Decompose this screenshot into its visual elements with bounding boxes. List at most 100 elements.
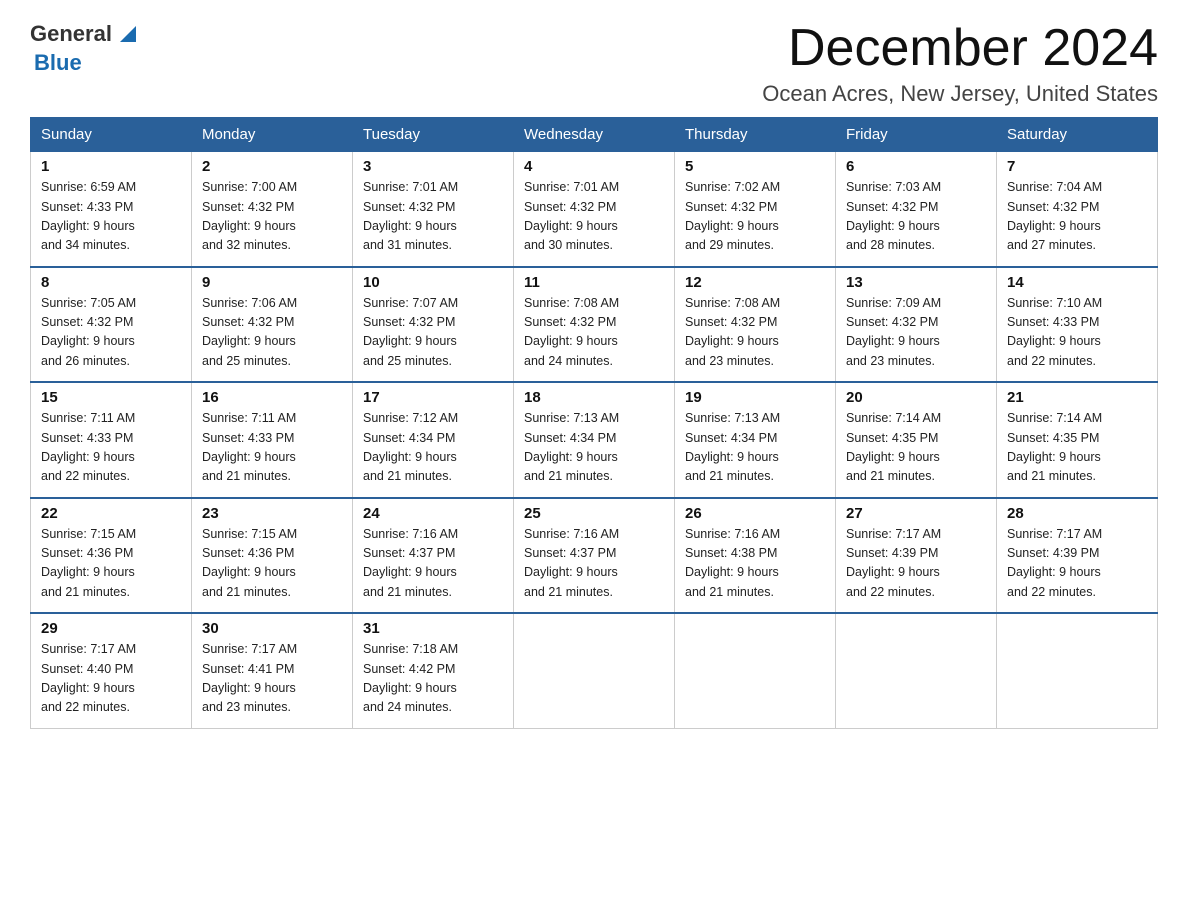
day-number: 18 [524,389,664,406]
day-number: 12 [685,274,825,291]
day-info: Sunrise: 6:59 AMSunset: 4:33 PMDaylight:… [41,178,181,256]
day-info: Sunrise: 7:09 AMSunset: 4:32 PMDaylight:… [846,294,986,372]
table-row: 3 Sunrise: 7:01 AMSunset: 4:32 PMDayligh… [353,152,514,267]
day-info: Sunrise: 7:01 AMSunset: 4:32 PMDaylight:… [524,178,664,256]
day-number: 3 [363,158,503,175]
table-row: 28 Sunrise: 7:17 AMSunset: 4:39 PMDaylig… [997,498,1158,614]
day-info: Sunrise: 7:08 AMSunset: 4:32 PMDaylight:… [524,294,664,372]
day-info: Sunrise: 7:14 AMSunset: 4:35 PMDaylight:… [846,409,986,487]
day-number: 15 [41,389,181,406]
table-row: 6 Sunrise: 7:03 AMSunset: 4:32 PMDayligh… [836,152,997,267]
day-number: 16 [202,389,342,406]
day-info: Sunrise: 7:01 AMSunset: 4:32 PMDaylight:… [363,178,503,256]
table-row: 25 Sunrise: 7:16 AMSunset: 4:37 PMDaylig… [514,498,675,614]
day-number: 25 [524,505,664,522]
day-number: 31 [363,620,503,637]
day-info: Sunrise: 7:13 AMSunset: 4:34 PMDaylight:… [685,409,825,487]
day-number: 28 [1007,505,1147,522]
col-friday: Friday [836,118,997,152]
day-number: 21 [1007,389,1147,406]
title-area: December 2024 Ocean Acres, New Jersey, U… [762,20,1158,107]
table-row: 13 Sunrise: 7:09 AMSunset: 4:32 PMDaylig… [836,267,997,383]
table-row: 22 Sunrise: 7:15 AMSunset: 4:36 PMDaylig… [31,498,192,614]
col-wednesday: Wednesday [514,118,675,152]
table-row: 26 Sunrise: 7:16 AMSunset: 4:38 PMDaylig… [675,498,836,614]
table-row [836,613,997,728]
table-row [514,613,675,728]
table-row: 19 Sunrise: 7:13 AMSunset: 4:34 PMDaylig… [675,382,836,498]
logo-area: General Blue [30,20,144,76]
col-thursday: Thursday [675,118,836,152]
table-row: 12 Sunrise: 7:08 AMSunset: 4:32 PMDaylig… [675,267,836,383]
table-row: 17 Sunrise: 7:12 AMSunset: 4:34 PMDaylig… [353,382,514,498]
location-subtitle: Ocean Acres, New Jersey, United States [762,81,1158,107]
month-year-title: December 2024 [762,20,1158,77]
day-number: 22 [41,505,181,522]
table-row: 8 Sunrise: 7:05 AMSunset: 4:32 PMDayligh… [31,267,192,383]
day-info: Sunrise: 7:00 AMSunset: 4:32 PMDaylight:… [202,178,342,256]
col-tuesday: Tuesday [353,118,514,152]
day-info: Sunrise: 7:16 AMSunset: 4:37 PMDaylight:… [363,525,503,603]
logo-triangle-icon [114,20,142,48]
calendar-header-row: Sunday Monday Tuesday Wednesday Thursday… [31,118,1158,152]
table-row [997,613,1158,728]
day-number: 13 [846,274,986,291]
table-row: 14 Sunrise: 7:10 AMSunset: 4:33 PMDaylig… [997,267,1158,383]
day-info: Sunrise: 7:17 AMSunset: 4:41 PMDaylight:… [202,640,342,718]
day-number: 24 [363,505,503,522]
table-row: 27 Sunrise: 7:17 AMSunset: 4:39 PMDaylig… [836,498,997,614]
day-info: Sunrise: 7:12 AMSunset: 4:34 PMDaylight:… [363,409,503,487]
calendar-week-row: 22 Sunrise: 7:15 AMSunset: 4:36 PMDaylig… [31,498,1158,614]
day-number: 4 [524,158,664,175]
day-number: 14 [1007,274,1147,291]
table-row: 21 Sunrise: 7:14 AMSunset: 4:35 PMDaylig… [997,382,1158,498]
day-number: 8 [41,274,181,291]
table-row: 1 Sunrise: 6:59 AMSunset: 4:33 PMDayligh… [31,152,192,267]
table-row: 7 Sunrise: 7:04 AMSunset: 4:32 PMDayligh… [997,152,1158,267]
day-number: 6 [846,158,986,175]
day-number: 23 [202,505,342,522]
table-row [675,613,836,728]
col-sunday: Sunday [31,118,192,152]
table-row: 29 Sunrise: 7:17 AMSunset: 4:40 PMDaylig… [31,613,192,728]
day-info: Sunrise: 7:17 AMSunset: 4:40 PMDaylight:… [41,640,181,718]
calendar-week-row: 15 Sunrise: 7:11 AMSunset: 4:33 PMDaylig… [31,382,1158,498]
table-row: 11 Sunrise: 7:08 AMSunset: 4:32 PMDaylig… [514,267,675,383]
day-info: Sunrise: 7:11 AMSunset: 4:33 PMDaylight:… [202,409,342,487]
table-row: 9 Sunrise: 7:06 AMSunset: 4:32 PMDayligh… [192,267,353,383]
logo-general-text: General [30,21,112,47]
day-info: Sunrise: 7:16 AMSunset: 4:38 PMDaylight:… [685,525,825,603]
day-info: Sunrise: 7:18 AMSunset: 4:42 PMDaylight:… [363,640,503,718]
day-info: Sunrise: 7:14 AMSunset: 4:35 PMDaylight:… [1007,409,1147,487]
day-info: Sunrise: 7:04 AMSunset: 4:32 PMDaylight:… [1007,178,1147,256]
day-number: 26 [685,505,825,522]
table-row: 5 Sunrise: 7:02 AMSunset: 4:32 PMDayligh… [675,152,836,267]
day-info: Sunrise: 7:15 AMSunset: 4:36 PMDaylight:… [41,525,181,603]
day-info: Sunrise: 7:05 AMSunset: 4:32 PMDaylight:… [41,294,181,372]
table-row: 2 Sunrise: 7:00 AMSunset: 4:32 PMDayligh… [192,152,353,267]
logo: General [30,20,144,48]
table-row: 15 Sunrise: 7:11 AMSunset: 4:33 PMDaylig… [31,382,192,498]
day-number: 10 [363,274,503,291]
table-row: 10 Sunrise: 7:07 AMSunset: 4:32 PMDaylig… [353,267,514,383]
logo-blue-text: Blue [34,50,82,76]
day-info: Sunrise: 7:17 AMSunset: 4:39 PMDaylight:… [1007,525,1147,603]
day-info: Sunrise: 7:07 AMSunset: 4:32 PMDaylight:… [363,294,503,372]
calendar-table: Sunday Monday Tuesday Wednesday Thursday… [30,117,1158,729]
day-number: 7 [1007,158,1147,175]
day-number: 30 [202,620,342,637]
day-number: 11 [524,274,664,291]
page-header: General Blue December 2024 Ocean Acres, … [30,20,1158,107]
table-row: 20 Sunrise: 7:14 AMSunset: 4:35 PMDaylig… [836,382,997,498]
day-info: Sunrise: 7:10 AMSunset: 4:33 PMDaylight:… [1007,294,1147,372]
col-monday: Monday [192,118,353,152]
day-number: 2 [202,158,342,175]
calendar-week-row: 1 Sunrise: 6:59 AMSunset: 4:33 PMDayligh… [31,152,1158,267]
day-info: Sunrise: 7:17 AMSunset: 4:39 PMDaylight:… [846,525,986,603]
day-info: Sunrise: 7:03 AMSunset: 4:32 PMDaylight:… [846,178,986,256]
day-info: Sunrise: 7:11 AMSunset: 4:33 PMDaylight:… [41,409,181,487]
day-info: Sunrise: 7:06 AMSunset: 4:32 PMDaylight:… [202,294,342,372]
col-saturday: Saturday [997,118,1158,152]
day-info: Sunrise: 7:02 AMSunset: 4:32 PMDaylight:… [685,178,825,256]
table-row: 31 Sunrise: 7:18 AMSunset: 4:42 PMDaylig… [353,613,514,728]
